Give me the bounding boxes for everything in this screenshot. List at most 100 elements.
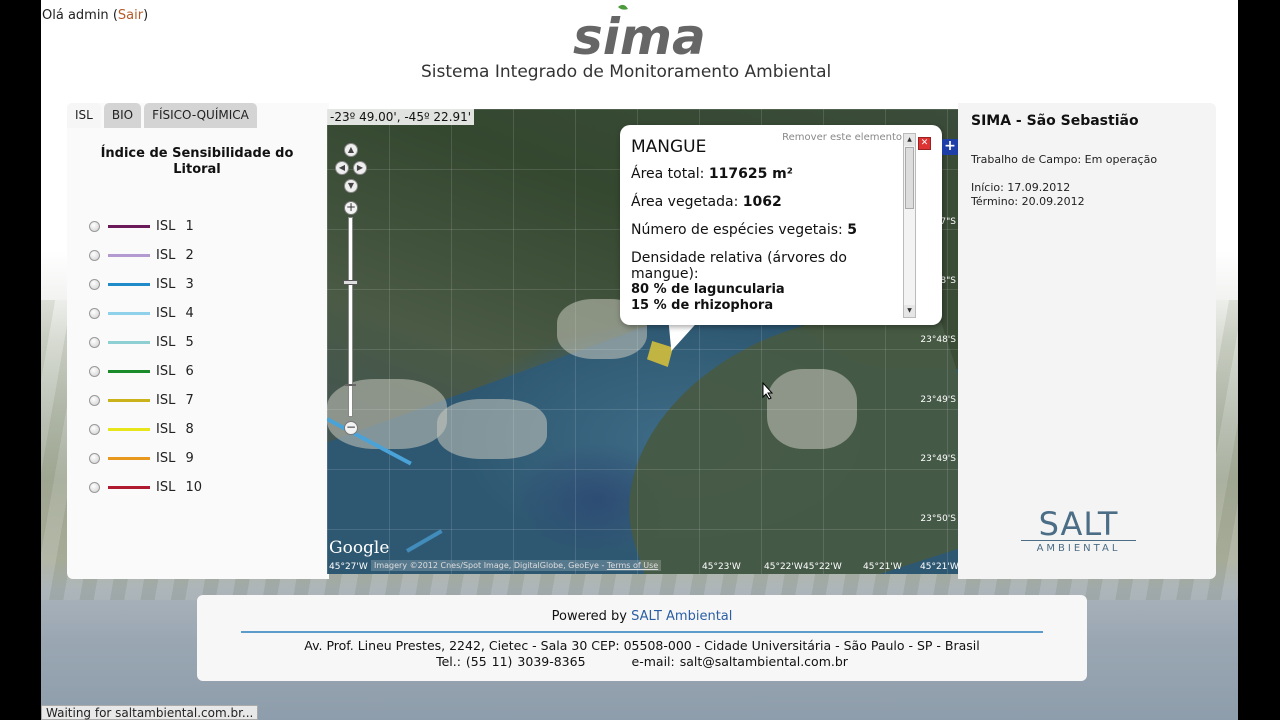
salt-logo: SALT AMBIENTAL [1021, 508, 1136, 554]
footer-contact: Tel.: (55 11) 3039-8365 e-mail: salt@salt… [197, 654, 1087, 669]
zoom-slider-handle[interactable] [343, 280, 358, 285]
end-date: Término: 20.09.2012 [971, 195, 1085, 208]
tab-bio[interactable]: BIO [103, 103, 142, 128]
zoom-level-mark [345, 384, 356, 386]
legend-item: ISL 7 [89, 386, 202, 415]
species-count: Número de espécies vegetais: 5 [631, 222, 901, 238]
salt-ambiental-link[interactable]: SALT Ambiental [631, 609, 732, 624]
scroll-down-icon[interactable]: ▼ [904, 305, 915, 317]
legend-swatch [108, 399, 150, 402]
footer: Powered by SALT Ambiental Av. Prof. Line… [197, 595, 1087, 681]
lat-label: 8"S [940, 276, 956, 286]
lat-label: 23°50'S [920, 514, 956, 524]
pan-right-icon[interactable]: ▶ [353, 161, 367, 175]
legend-swatch [108, 341, 150, 344]
legend-label: ISL 5 [156, 335, 194, 350]
logo-text: sima [573, 8, 706, 62]
legend-item: ISL 5 [89, 328, 202, 357]
legend-label: ISL 4 [156, 306, 194, 321]
lat-label: 7"S [940, 217, 956, 227]
close-icon[interactable]: ✕ [918, 137, 931, 150]
isl-radio[interactable] [89, 453, 100, 464]
pan-up-icon[interactable]: ▲ [344, 143, 358, 157]
lon-label: 45°21'W [920, 562, 958, 572]
station-title: SIMA - São Sebastião [971, 113, 1139, 129]
legend-list: ISL 1 ISL 2 ISL 3 ISL 4 ISL 5 ISL 6 ISL … [89, 212, 202, 502]
legend-item: ISL 4 [89, 299, 202, 328]
lon-label: 45°22'W [803, 562, 842, 572]
right-panel: SIMA - São Sebastião Trabalho de Campo: … [958, 103, 1216, 579]
legend-item: ISL 3 [89, 270, 202, 299]
info-window: Remover este elemento ✕ ▲ ▼ MANGUE Área … [620, 125, 942, 325]
lon-label: 45°21'W [863, 562, 902, 572]
tab-fisico-quimica[interactable]: FÍSICO-QUÍMICA [144, 103, 257, 128]
area-total-label: Área total: [631, 166, 705, 182]
tab-bar: ISL BIO FÍSICO-QUÍMICA [67, 103, 257, 128]
legend-label: ISL 3 [156, 277, 194, 292]
isl-radio[interactable] [89, 308, 100, 319]
page-background: Olá admin (Sair) sima Sistema Integrado … [41, 0, 1238, 720]
pan-down-icon[interactable]: ▼ [344, 179, 358, 193]
greeting-text: Olá admin [42, 8, 109, 23]
legend-swatch [108, 428, 150, 431]
lat-label: 23°49'S [920, 454, 956, 464]
lon-label: 45°22'W [764, 562, 803, 572]
info-content: MANGUE Área total: 117625 m² Área vegeta… [631, 137, 901, 317]
tab-isl[interactable]: ISL [67, 103, 101, 128]
legend-swatch [108, 283, 150, 286]
lat-label: 23°49'S [920, 395, 956, 405]
footer-email: e-mail: salt@saltambiental.com.br [631, 654, 848, 669]
legend-label: ISL 2 [156, 248, 194, 263]
pan-control: ▲ ◀ ▶ ▼ [335, 143, 367, 195]
zoom-in-button[interactable]: + [344, 201, 358, 215]
scroll-thumb[interactable] [905, 147, 914, 209]
area-veg-label: Área vegetada: [631, 194, 739, 210]
isl-radio[interactable] [89, 250, 100, 261]
isl-radio[interactable] [89, 221, 100, 232]
area-veg-value: 1062 [742, 194, 782, 210]
legend-label: ISL 10 [156, 480, 203, 495]
info-scrollbar[interactable]: ▲ ▼ [903, 133, 916, 318]
zoom-slider-track[interactable] [348, 217, 353, 417]
legend-swatch [108, 312, 150, 315]
imagery-text: Imagery ©2012 Cnes/Spot Image, DigitalGl… [374, 561, 605, 570]
legend-title: Índice de Sensibilidade do Litoral [100, 146, 294, 177]
scroll-up-icon[interactable]: ▲ [904, 134, 915, 146]
lon-label: 45°27'W [329, 562, 368, 572]
legend-label: ISL 7 [156, 393, 194, 408]
cursor-coordinates: -23º 49.00', -45º 22.91' [327, 109, 475, 125]
legend-swatch [108, 370, 150, 373]
logout-link[interactable]: Sair [118, 8, 143, 23]
density-label: Densidade relativa (árvores do mangue): [631, 250, 847, 282]
close-paren: ) [143, 8, 149, 23]
isl-radio[interactable] [89, 366, 100, 377]
legend-label: ISL 8 [156, 422, 194, 437]
legend-item: ISL 1 [89, 212, 202, 241]
user-greeting: Olá admin (Sair) [42, 8, 148, 23]
legend-item: ISL 2 [89, 241, 202, 270]
isl-radio[interactable] [89, 482, 100, 493]
legend-label: ISL 1 [156, 219, 194, 234]
mouse-pointer-icon [762, 382, 774, 400]
legend-swatch [108, 486, 150, 489]
species-value: 5 [847, 222, 857, 238]
footer-divider [241, 631, 1043, 633]
isl-radio[interactable] [89, 337, 100, 348]
area-total-value: 117625 m² [708, 166, 793, 182]
info-title: MANGUE [631, 137, 707, 157]
legend-item: ISL 8 [89, 415, 202, 444]
isl-radio[interactable] [89, 424, 100, 435]
fieldwork-dates: Início: 17.09.2012 Término: 20.09.2012 [971, 181, 1085, 209]
area-total: Área total: 117625 m² [631, 166, 901, 182]
zoom-out-button[interactable]: − [344, 421, 358, 435]
isl-radio[interactable] [89, 395, 100, 406]
expand-panel-button[interactable]: + [942, 139, 958, 155]
isl-radio[interactable] [89, 279, 100, 290]
satellite-map[interactable]: -23º 49.00', -45º 22.91' 7"S 8"S 23°48'S… [327, 109, 958, 574]
fieldwork-status: Trabalho de Campo: Em operação [971, 153, 1158, 166]
start-date: Início: 17.09.2012 [971, 181, 1071, 194]
lat-label: 23°48'S [920, 335, 956, 345]
pan-left-icon[interactable]: ◀ [335, 161, 349, 175]
powered-by: Powered by SALT Ambiental [197, 609, 1087, 624]
terms-of-use-link[interactable]: Terms of Use [607, 561, 658, 570]
